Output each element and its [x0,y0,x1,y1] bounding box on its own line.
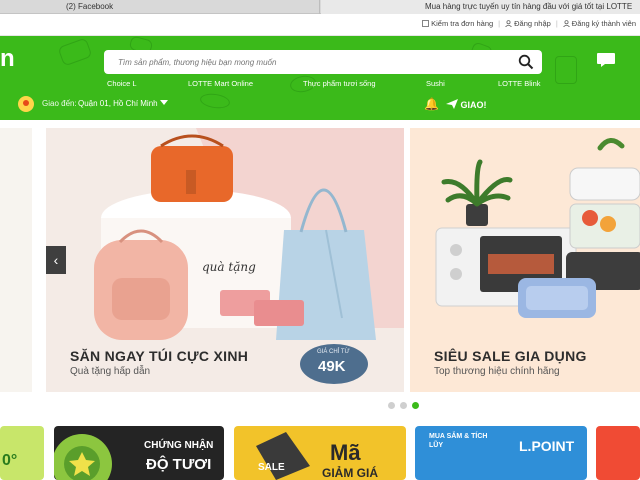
banner-subtitle: Quà tặng hấp dẫn [70,366,151,377]
banner-subtitle: Top thương hiệu chính hãng [434,366,560,377]
divider: | [555,19,558,28]
price-value: 49K [318,358,346,375]
chat-icon[interactable] [596,52,616,68]
banner-title: SIÊU SALE GIA DỤNG [434,348,587,364]
promo-text: CHỨNG NHẬN [144,440,214,451]
location-pin-icon [18,96,34,112]
promo-text-2: GIẢM GIÁ [322,466,378,480]
gift-tag: quà tặng [202,260,256,274]
promo-tile-freshness[interactable]: CHỨNG NHẬN ĐỘ TƯƠI [54,426,224,480]
site-logo[interactable]: n [0,45,15,73]
price-label: GIÁ CHỈ TỪ [317,349,350,355]
plane-icon [446,99,458,109]
header-doodle [57,37,93,67]
browser-tab-lotte[interactable]: Mua hàng trực tuyến uy tín hàng đầu với … [321,0,640,14]
carousel-dot-3[interactable] [412,402,419,409]
carousel-prev-button[interactable]: ‹ [46,246,66,274]
top-utility-bar: Kiểm tra đơn hàng | Đăng nhập | Đăng ký … [0,14,640,36]
nav-lotte-mart-online[interactable]: LOTTE Mart Online [188,79,253,88]
order-check-label: Kiểm tra đơn hàng [431,19,494,28]
header-doodle [555,56,577,84]
carousel-dot-2[interactable] [400,402,407,409]
login-label: Đăng nhập [514,19,551,28]
giao-label: GIAO! [460,100,487,110]
browser-tab-facebook[interactable]: (2) Facebook [0,0,320,14]
promo-text-2: ĐỘ TƯƠI [146,456,212,473]
browser-tab-bar: (2) Facebook Mua hàng trực tuyến uy tín … [0,0,640,14]
register-label: Đăng ký thành viên [571,19,636,28]
register-link[interactable]: Đăng ký thành viên [562,19,636,28]
order-icon [422,20,430,27]
promo-text: L.POINT [519,438,575,454]
chevron-down-icon[interactable] [160,100,168,105]
banner-slide-prev[interactable] [0,128,32,392]
search-bar [104,50,542,74]
carousel-dots [388,402,419,409]
freshness-seal-icon [54,434,112,480]
promo-tile-discount[interactable]: SALE Mã GIẢM GIÁ [234,426,406,480]
banner-slide-bags[interactable]: quà tặng SĂN NGAY TÚI CỰC XINH Quà tặng … [46,128,404,392]
search-input[interactable] [104,50,504,74]
promo-tile-5[interactable] [596,426,640,480]
promo-text: 0° [2,452,18,469]
location-label: Giao đến: [42,99,77,108]
carousel-dot-1[interactable] [388,402,395,409]
nav-lotte-blink[interactable]: LOTTE Blink [498,79,541,88]
user-icon [505,20,512,27]
bell-icon[interactable]: 🔔 [424,97,439,111]
promo-text: Mã [330,440,361,465]
search-icon[interactable] [518,54,534,70]
banner-slide-appliances[interactable]: SIÊU SALE GIA DỤNG Top thương hiệu chính… [410,128,640,392]
sale-badge: SALE [258,462,285,473]
user-add-icon [562,20,570,27]
order-check-link[interactable]: Kiểm tra đơn hàng [422,19,493,28]
chevron-left-icon: ‹ [53,252,59,268]
banner-carousel: quà tặng SĂN NGAY TÚI CỰC XINH Quà tặng … [0,120,640,409]
nav-sushi[interactable]: Sushi [426,79,445,88]
site-header: n Choice L LOTTE Mart Online Thực phẩm t… [0,36,640,120]
promo-tile-lpoint[interactable]: MUA SẮM & TÍCH LŨY L.POINT [415,426,587,480]
nav-choice-l[interactable]: Choice L [107,79,137,88]
location-selector[interactable]: Quận 01, Hồ Chí Minh [78,99,158,108]
nav-fresh-food[interactable]: Thực phẩm tươi sống [303,79,376,88]
giao-button[interactable]: GIAO! [446,99,487,110]
divider: | [498,19,501,28]
banner-title: SĂN NGAY TÚI CỰC XINH [70,348,249,364]
location-bar: Giao đến: Quận 01, Hồ Chí Minh 🔔 GIAO! [0,96,640,118]
promo-text-2: MUA SẮM & TÍCH LŨY [429,433,488,449]
login-link[interactable]: Đăng nhập [505,19,551,28]
promo-tile-1[interactable]: 0° [0,426,44,480]
